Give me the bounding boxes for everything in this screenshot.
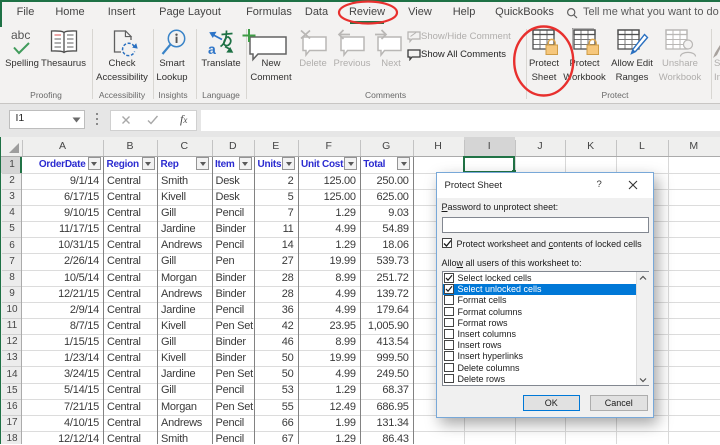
svg-text:a: a: [208, 41, 216, 57]
